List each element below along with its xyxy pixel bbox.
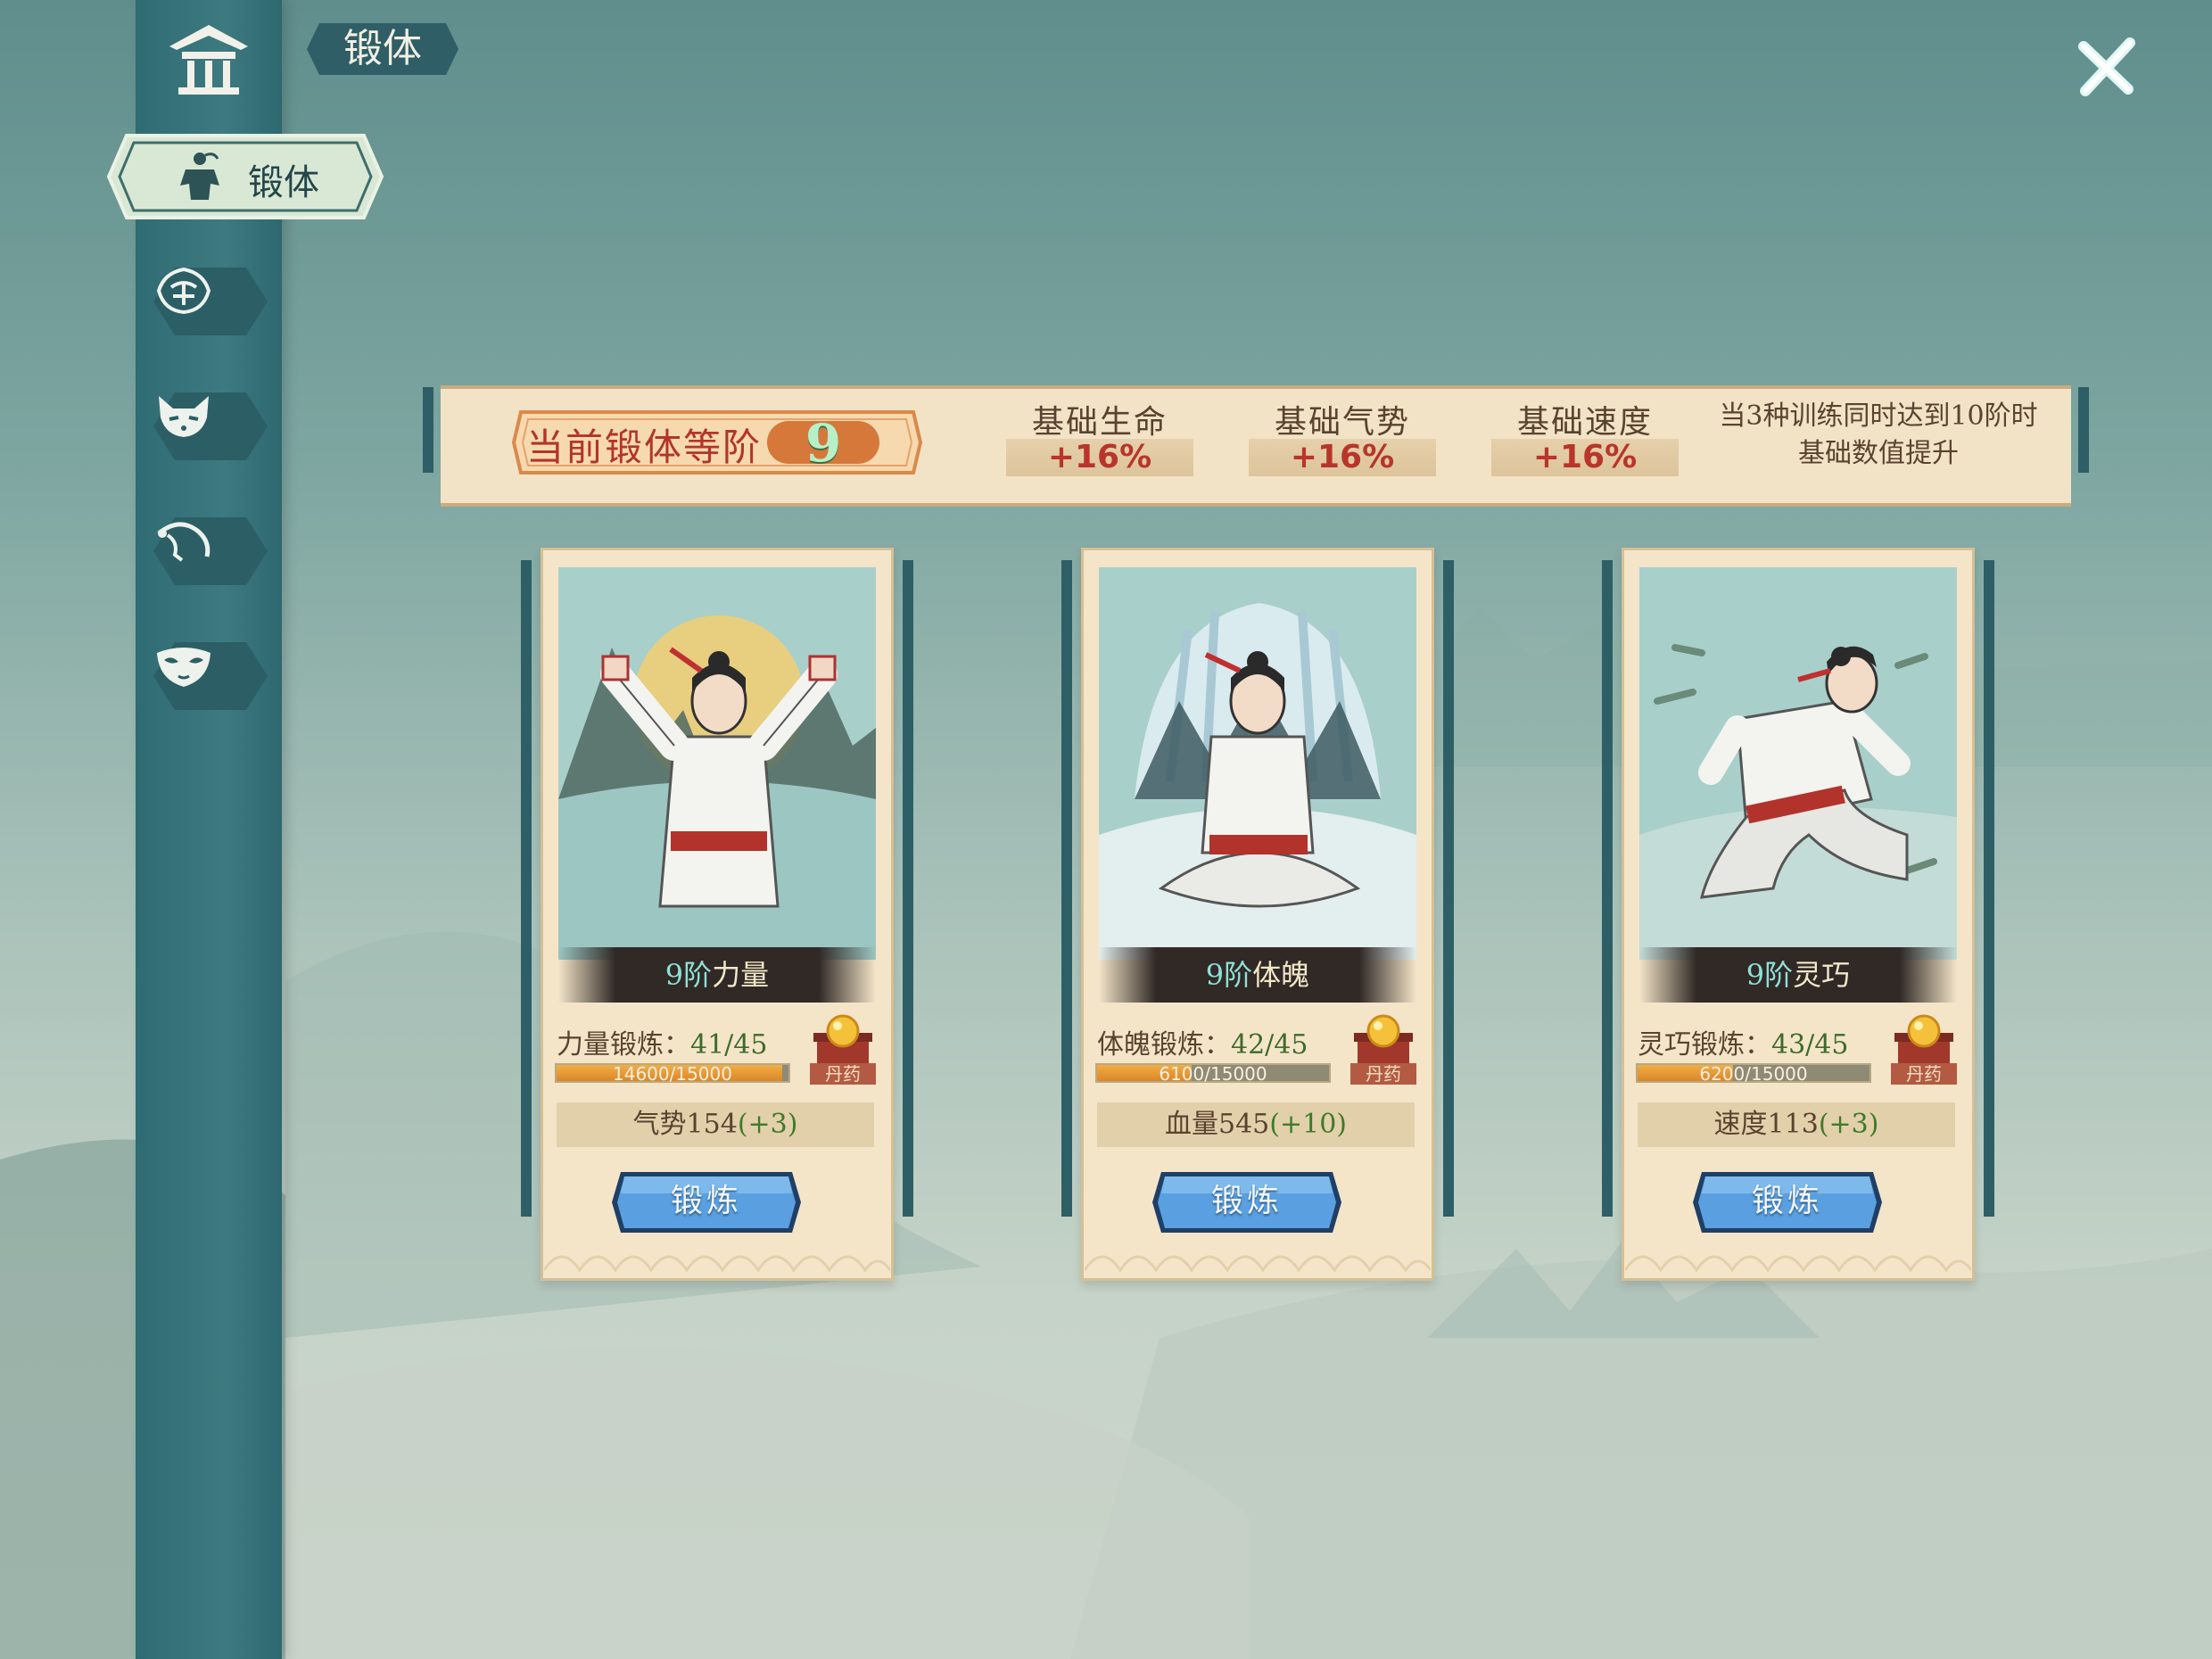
train-count: 42/45 xyxy=(1231,1029,1308,1061)
sidebar-item-whip[interactable] xyxy=(152,516,269,587)
rank-note-line1: 当3种训练同时达到10阶时 xyxy=(1719,400,2038,432)
exp-text: 6200/15000 xyxy=(1699,1063,1808,1085)
bonus-text: 速度113 xyxy=(1713,1109,1819,1140)
character-art-physique xyxy=(1099,567,1416,960)
rank-note: 当3种训练同时达到10阶时 基础数值提升 xyxy=(1700,398,2057,473)
card-level: 9阶 xyxy=(1746,958,1794,992)
jue-emblem-icon xyxy=(156,267,211,315)
elixir-label: 丹药 xyxy=(810,1063,876,1085)
pavilion-icon xyxy=(169,25,248,95)
stat-value: +16% xyxy=(1491,439,1679,476)
bonus-plus: (+10) xyxy=(1269,1109,1347,1140)
rank-label: 当前锻体等阶 xyxy=(526,425,763,469)
sidebar xyxy=(136,0,282,1659)
elixir-label: 丹药 xyxy=(1350,1063,1416,1085)
fox-mask-icon xyxy=(159,396,209,437)
train-label: 力量锻炼： xyxy=(557,1029,690,1061)
close-icon xyxy=(2078,37,2135,96)
elixir-label: 丹药 xyxy=(1891,1063,1957,1085)
exp-text: 14600/15000 xyxy=(613,1063,732,1085)
stat-value: +16% xyxy=(1249,439,1436,476)
whip-icon xyxy=(157,522,210,562)
tab-forge-body[interactable]: 锻体 xyxy=(105,130,385,223)
bonus-plus: (+3) xyxy=(737,1109,798,1140)
character-art-agility xyxy=(1639,567,1957,960)
home-button[interactable] xyxy=(161,16,257,102)
rank-note-line2: 基础数值提升 xyxy=(1798,438,1959,469)
wave-ornament xyxy=(544,1255,890,1273)
tab-forge-body-label: 锻体 xyxy=(248,162,319,203)
attribute-bonus: 气势154(+3) xyxy=(557,1102,874,1147)
wave-ornament xyxy=(1625,1255,1971,1273)
train-count: 43/45 xyxy=(1771,1029,1849,1061)
page-title: 锻体 xyxy=(303,20,462,78)
exp-progress-bar: 14600/15000 xyxy=(555,1063,790,1085)
stat-name: 基础生命 xyxy=(1031,404,1168,441)
training-card-agility: 9阶灵巧 灵巧锻炼：43/45 6200/15000 丹药 速度113(+3) … xyxy=(1602,548,1994,1281)
train-count: 41/45 xyxy=(690,1029,768,1061)
card-name: 体魄 xyxy=(1252,958,1310,992)
opera-mask-icon xyxy=(157,648,210,687)
card-title: 9阶力量 xyxy=(558,947,876,1003)
stat-name: 基础速度 xyxy=(1516,404,1653,441)
train-label: 灵巧锻炼： xyxy=(1638,1029,1771,1061)
exp-text: 6100/15000 xyxy=(1159,1063,1267,1085)
sidebar-item-mask[interactable] xyxy=(152,640,269,712)
train-label: 体魄锻炼： xyxy=(1097,1029,1231,1061)
train-progress-label: 体魄锻炼：42/45 xyxy=(1097,1022,1308,1061)
stat-base-speed: 基础速度 +16% xyxy=(1491,396,1679,476)
card-level: 9阶 xyxy=(664,958,713,992)
card-name: 力量 xyxy=(712,958,770,992)
exp-progress-bar: 6200/15000 xyxy=(1636,1063,1871,1085)
attribute-bonus: 血量545(+10) xyxy=(1097,1102,1415,1147)
train-progress-label: 力量锻炼：41/45 xyxy=(557,1022,767,1061)
training-card-physique: 9阶体魄 体魄锻炼：42/45 6100/15000 丹药 血量545(+10)… xyxy=(1061,548,1454,1281)
stat-name: 基础气势 xyxy=(1274,404,1410,441)
rank-value: 9 xyxy=(805,413,842,474)
card-level: 9阶 xyxy=(1205,958,1253,992)
exp-progress-bar: 6100/15000 xyxy=(1095,1063,1331,1085)
sidebar-item-jue[interactable] xyxy=(152,266,269,337)
character-art-strength xyxy=(558,567,876,960)
training-card-strength: 9阶力量 力量锻炼：41/45 14600/15000 丹药 气势154(+3)… xyxy=(521,548,913,1281)
stat-value: +16% xyxy=(1006,439,1193,476)
page-title-text: 锻体 xyxy=(343,26,422,71)
attribute-bonus: 速度113(+3) xyxy=(1638,1102,1955,1147)
card-title: 9阶体魄 xyxy=(1099,947,1416,1003)
card-title: 9阶灵巧 xyxy=(1639,947,1957,1003)
sidebar-item-fox[interactable] xyxy=(152,391,269,462)
wave-ornament xyxy=(1085,1255,1431,1273)
train-progress-label: 灵巧锻炼：43/45 xyxy=(1638,1022,1848,1061)
card-name: 灵巧 xyxy=(1793,958,1851,992)
bonus-plus: (+3) xyxy=(1818,1109,1879,1140)
bonus-text: 气势154 xyxy=(632,1109,738,1140)
close-button[interactable] xyxy=(2075,34,2141,100)
stat-base-momentum: 基础气势 +16% xyxy=(1249,396,1436,476)
bonus-text: 血量545 xyxy=(1165,1109,1270,1140)
martial-artist-icon xyxy=(180,153,219,200)
stat-base-hp: 基础生命 +16% xyxy=(1006,396,1193,476)
